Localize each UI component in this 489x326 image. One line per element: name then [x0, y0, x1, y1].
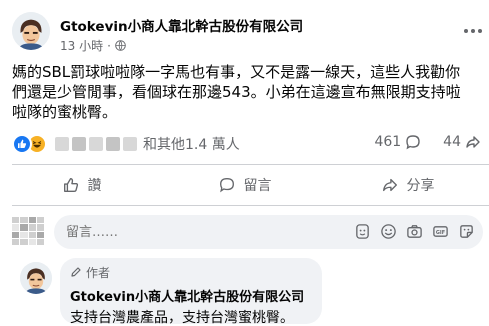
reply-author-avatar[interactable] [20, 262, 52, 294]
author-name[interactable]: Gtokevin小商人靠北幹古股份有限公司 [60, 15, 303, 35]
svg-text:GIF: GIF [436, 230, 445, 236]
meta-separator: · [107, 38, 111, 53]
reply-text: 支持台灣農產品，支持台灣蜜桃臀。 [70, 310, 294, 326]
reply-author-name[interactable]: Gtokevin小商人靠北幹古股份有限公司 [70, 286, 312, 305]
comment-count[interactable]: 461 [374, 134, 401, 150]
comment-tools: GIF [354, 223, 475, 240]
more-options-icon[interactable] [461, 24, 485, 38]
current-user-avatar[interactable] [12, 217, 44, 245]
share-button[interactable]: 分享 [326, 168, 489, 202]
share-count-icon [465, 134, 481, 150]
comment-label: 留言 [243, 178, 272, 194]
reactions-bar: 和其他1.4 萬人 461 44 [12, 132, 489, 156]
like-reaction-icon [12, 134, 32, 154]
like-button[interactable]: 讚 [0, 168, 163, 202]
action-bar: 讚 留言 分享 [0, 168, 489, 202]
avatar-sticker-icon[interactable] [354, 223, 371, 240]
share-icon [382, 178, 397, 192]
blurred-names [55, 137, 137, 151]
comment-icon [219, 178, 234, 193]
engagement-counts: 461 44 [374, 134, 481, 150]
pen-icon [71, 267, 81, 277]
gif-icon[interactable]: GIF [432, 223, 449, 240]
divider [12, 164, 489, 165]
reaction-icons[interactable] [12, 134, 47, 154]
post-time[interactable]: 13 小時 [60, 37, 103, 54]
author-badge: 作者 [70, 264, 312, 280]
divider [12, 205, 489, 206]
camera-icon[interactable] [406, 223, 423, 240]
post-meta: 13 小時 · [60, 37, 126, 54]
comment-button[interactable]: 留言 [163, 168, 326, 202]
author-reply: 作者 Gtokevin小商人靠北幹古股份有限公司 支持台灣農產品，支持台灣蜜桃臀… [20, 258, 489, 326]
comment-count-icon [405, 134, 421, 150]
post-body: 媽的SBL罰球啦啦隊一字馬也有事，又不是露一線天，這些人我勸你們還是少管閒事，看… [12, 63, 461, 121]
like-label: 讚 [87, 178, 102, 194]
emoji-icon[interactable] [380, 223, 397, 240]
globe-icon [115, 40, 126, 51]
thumbs-up-icon [63, 178, 78, 192]
share-count[interactable]: 44 [443, 134, 461, 150]
share-label: 分享 [406, 178, 435, 194]
sticker-icon[interactable] [458, 223, 475, 240]
post-header: Gtokevin小商人靠北幹古股份有限公司 13 小時 · [12, 8, 489, 56]
author-avatar[interactable] [12, 12, 50, 50]
comment-composer: GIF [12, 213, 489, 249]
reply-bubble: 作者 Gtokevin小商人靠北幹古股份有限公司 支持台灣農產品，支持台灣蜜桃臀… [60, 258, 322, 326]
reaction-others-count[interactable]: 和其他1.4 萬人 [143, 134, 240, 154]
author-badge-label: 作者 [86, 265, 111, 280]
